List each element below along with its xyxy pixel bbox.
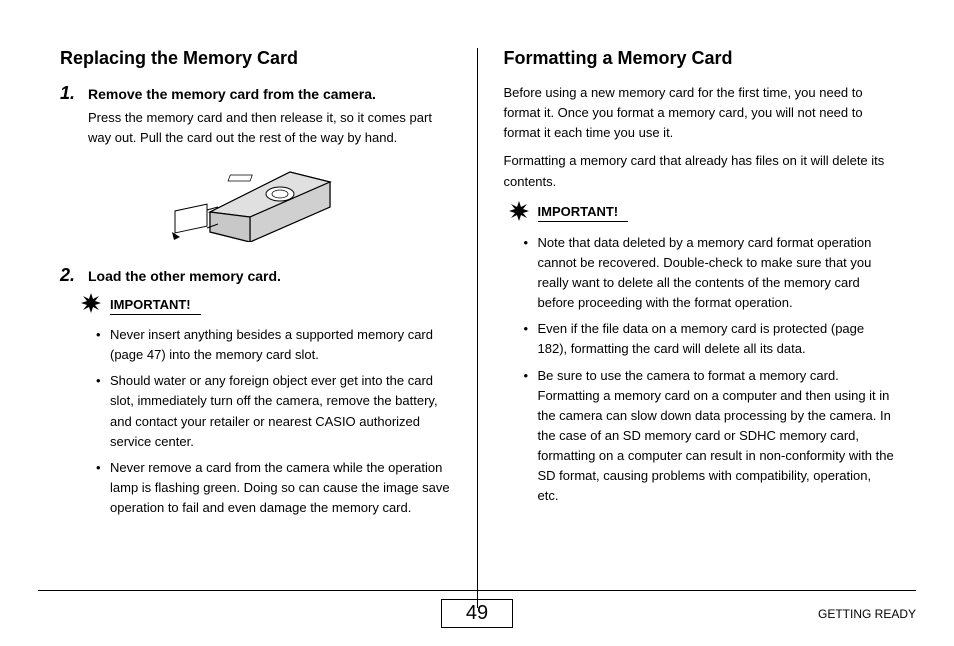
step-1-body: Press the memory card and then release i…: [88, 108, 451, 147]
camera-illustration: [60, 157, 451, 247]
page-number: 49: [441, 599, 513, 628]
right-bullets: Note that data deleted by a memory card …: [524, 233, 895, 507]
list-item: Be sure to use the camera to format a me…: [524, 366, 895, 507]
step-2-number: 2.: [60, 265, 80, 286]
right-column: Formatting a Memory Card Before using a …: [482, 48, 917, 578]
right-heading: Formatting a Memory Card: [504, 48, 895, 69]
important-heading-right: IMPORTANT!: [508, 200, 895, 227]
list-item: Even if the file data on a memory card i…: [524, 319, 895, 359]
page-footer: 49 GETTING READY: [38, 590, 916, 628]
step-2-title: Load the other memory card.: [88, 268, 281, 284]
starburst-icon: [80, 292, 102, 319]
section-label: GETTING READY: [818, 607, 916, 621]
column-divider: [477, 48, 478, 608]
footer-row: 49 GETTING READY: [38, 599, 916, 628]
list-item: Should water or any foreign object ever …: [96, 371, 451, 452]
left-bullets: Never insert anything besides a supporte…: [96, 325, 451, 518]
intro-2: Formatting a memory card that already ha…: [504, 151, 895, 191]
important-heading-left: IMPORTANT!: [80, 292, 451, 319]
important-label-left: IMPORTANT!: [110, 297, 201, 315]
two-column-layout: Replacing the Memory Card 1. Remove the …: [38, 48, 916, 578]
important-label-right: IMPORTANT!: [538, 204, 629, 222]
list-item: Never remove a card from the camera whil…: [96, 458, 451, 518]
step-1-number: 1.: [60, 83, 80, 104]
intro-1: Before using a new memory card for the f…: [504, 83, 895, 143]
list-item: Note that data deleted by a memory card …: [524, 233, 895, 314]
footer-rule: [38, 590, 916, 591]
starburst-icon: [508, 200, 530, 227]
step-1: 1. Remove the memory card from the camer…: [60, 83, 451, 104]
step-1-title: Remove the memory card from the camera.: [88, 86, 376, 102]
step-2: 2. Load the other memory card.: [60, 265, 451, 286]
left-heading: Replacing the Memory Card: [60, 48, 451, 69]
list-item: Never insert anything besides a supporte…: [96, 325, 451, 365]
left-column: Replacing the Memory Card 1. Remove the …: [38, 48, 473, 578]
